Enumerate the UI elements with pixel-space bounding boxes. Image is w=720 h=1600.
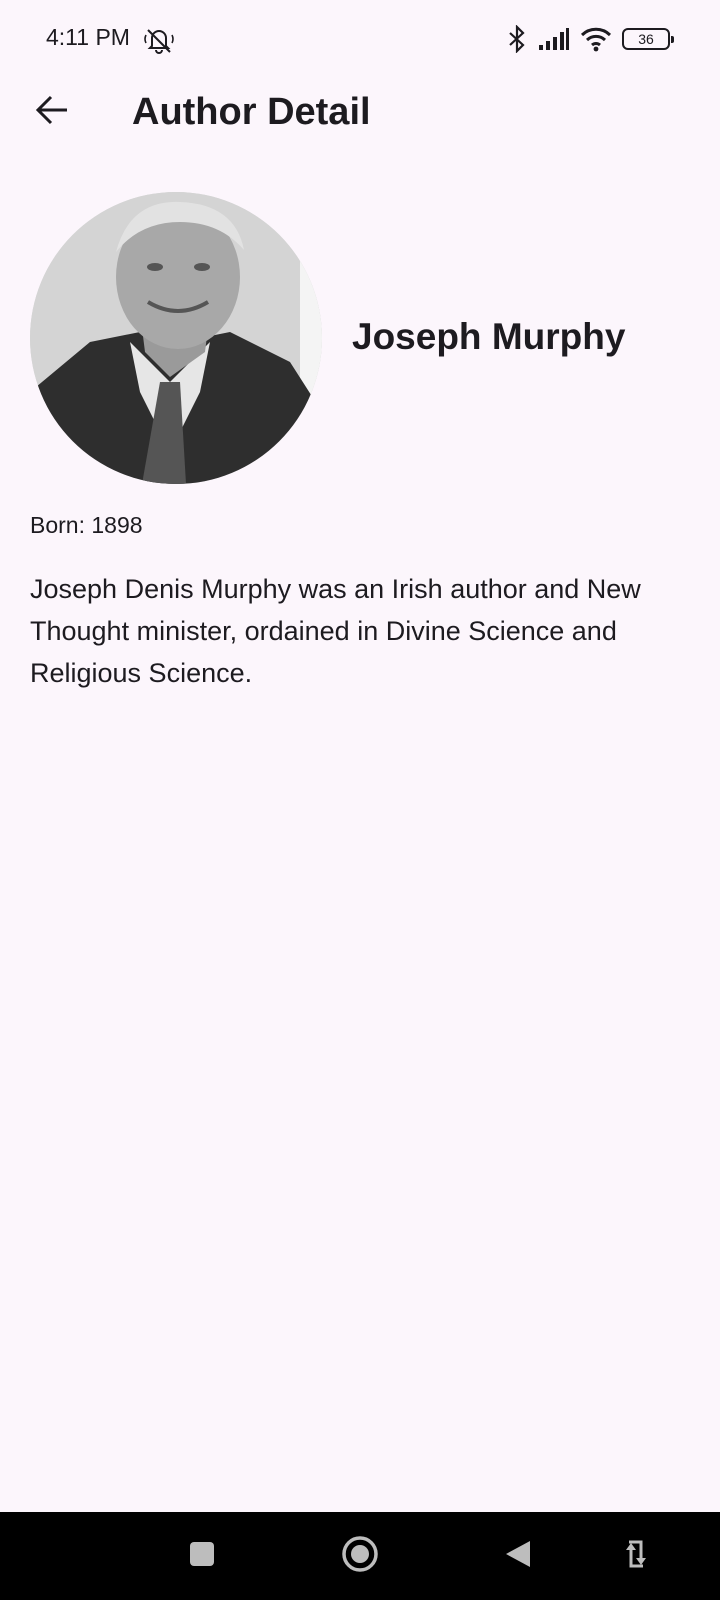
system-nav-bar bbox=[0, 1512, 720, 1600]
nav-back-button[interactable] bbox=[494, 1532, 542, 1580]
author-name: Joseph Murphy bbox=[352, 316, 626, 357]
recents-button[interactable] bbox=[178, 1532, 226, 1580]
signal-icon bbox=[538, 27, 570, 51]
wifi-icon bbox=[580, 26, 612, 52]
author-avatar bbox=[30, 192, 322, 484]
home-icon bbox=[340, 1534, 380, 1579]
app-bar: Author Detail bbox=[0, 80, 720, 144]
status-time: 4:11 PM bbox=[46, 24, 130, 50]
born-year: Born: 1898 bbox=[30, 512, 143, 538]
recents-icon bbox=[188, 1540, 216, 1573]
back-icon bbox=[504, 1539, 532, 1574]
home-button[interactable] bbox=[336, 1532, 384, 1580]
page-title: Author Detail bbox=[132, 91, 371, 133]
rotate-button[interactable] bbox=[612, 1532, 660, 1580]
mute-icon bbox=[144, 26, 174, 54]
battery-icon: 36 bbox=[622, 28, 674, 50]
back-button[interactable] bbox=[20, 80, 84, 144]
author-bio: Joseph Denis Murphy was an Irish author … bbox=[30, 574, 641, 688]
arrow-back-icon bbox=[35, 95, 69, 130]
status-icons: 36 bbox=[506, 24, 674, 54]
battery-level: 36 bbox=[638, 31, 654, 47]
author-detail-screen: 4:11 PM 36 Author Detail Joseph Murphy B… bbox=[0, 0, 720, 1600]
bluetooth-icon bbox=[506, 25, 528, 53]
status-bar: 4:11 PM 36 bbox=[0, 0, 720, 80]
rotate-icon bbox=[623, 1538, 649, 1575]
